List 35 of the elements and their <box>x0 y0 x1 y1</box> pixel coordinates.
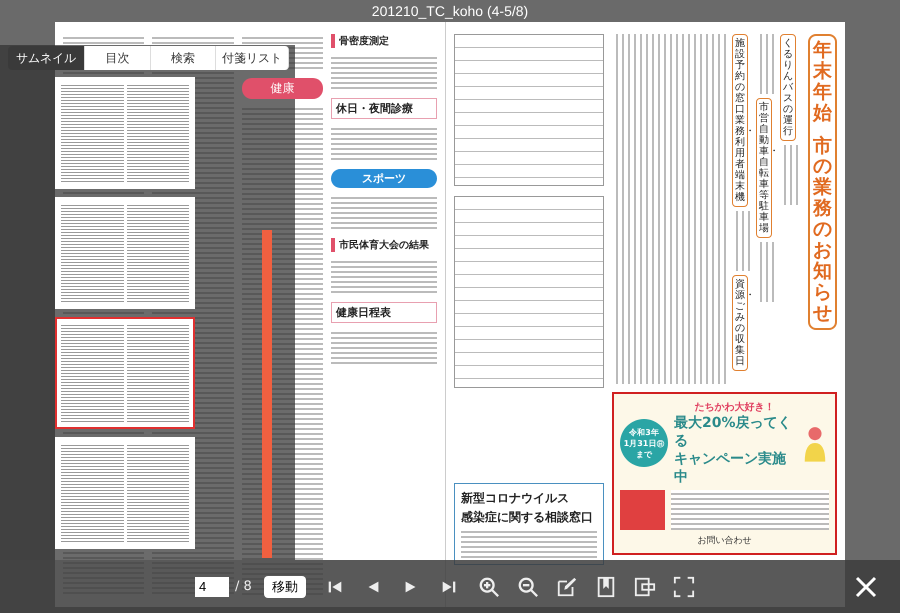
section-heading: 市民体育大会の結果 <box>331 238 437 252</box>
page-count: / 8 <box>235 579 252 594</box>
zoom-out-icon[interactable] <box>516 576 539 598</box>
page-thumbnail[interactable] <box>55 437 195 549</box>
page-title: 年末年始 <box>813 40 832 124</box>
poster-placeholder <box>620 490 665 530</box>
section-heading: 骨密度測定 <box>331 34 437 48</box>
ad-lead: たちかわ大好き！ <box>694 400 774 414</box>
page-title: 市の業務のお知らせ <box>813 136 832 324</box>
fullscreen-icon[interactable] <box>672 576 695 598</box>
ad-headline: キャンペーン実施中 <box>674 450 787 486</box>
close-icon[interactable] <box>854 574 878 598</box>
deadline-badge: 令和3年 1月31日㊐ まで <box>620 419 668 467</box>
ad-headline: 最大20%戻ってくる <box>674 414 793 450</box>
window-title: 201210_TC_koho (4-5/8) <box>372 3 528 19</box>
page-number-field[interactable]: 4 <box>195 576 229 596</box>
contact-heading: お問い合わせ <box>696 534 752 547</box>
section-heading: 健康日程表 <box>331 302 437 323</box>
card-title: 新型コロナウイルス <box>461 490 570 507</box>
sidebar-tab[interactable]: 目次 <box>85 46 150 70</box>
section-heading: スポーツ <box>331 169 437 188</box>
sticky-note-icon[interactable] <box>634 576 656 598</box>
page-thumbnail[interactable] <box>55 77 195 189</box>
zoom-in-icon[interactable] <box>478 576 500 598</box>
article-heading: くるりんバスの運行 <box>780 34 796 141</box>
page-thumbnail[interactable] <box>55 197 195 309</box>
card-title: 感染症に関する相談窓口 <box>461 509 594 526</box>
pencil-icon[interactable] <box>556 576 578 598</box>
sidebar-tab[interactable]: 付箋リスト <box>216 46 289 70</box>
sidebar-tab[interactable]: 検索 <box>150 46 216 70</box>
section-heading: 健康 <box>242 78 324 99</box>
go-button[interactable]: 移動 <box>264 576 306 598</box>
sidebar-tab[interactable]: サムネイル <box>8 46 85 70</box>
section-heading: 休日・夜間診療 <box>331 98 437 119</box>
page-thumbnail[interactable] <box>55 317 195 429</box>
